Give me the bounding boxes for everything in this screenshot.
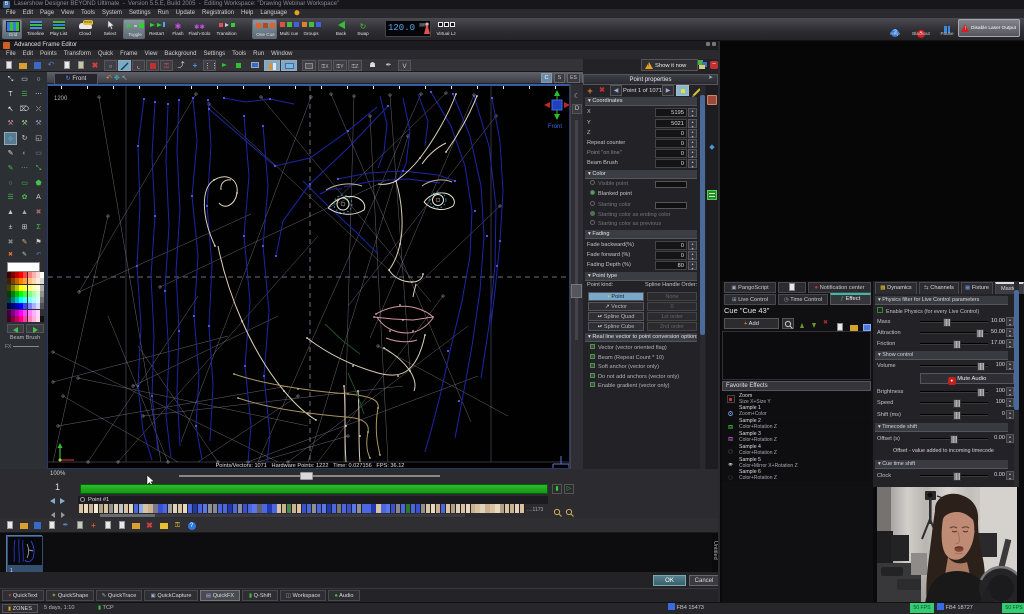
svg-text:Front: Front: [548, 124, 562, 130]
svg-text:1200: 1200: [54, 96, 68, 102]
